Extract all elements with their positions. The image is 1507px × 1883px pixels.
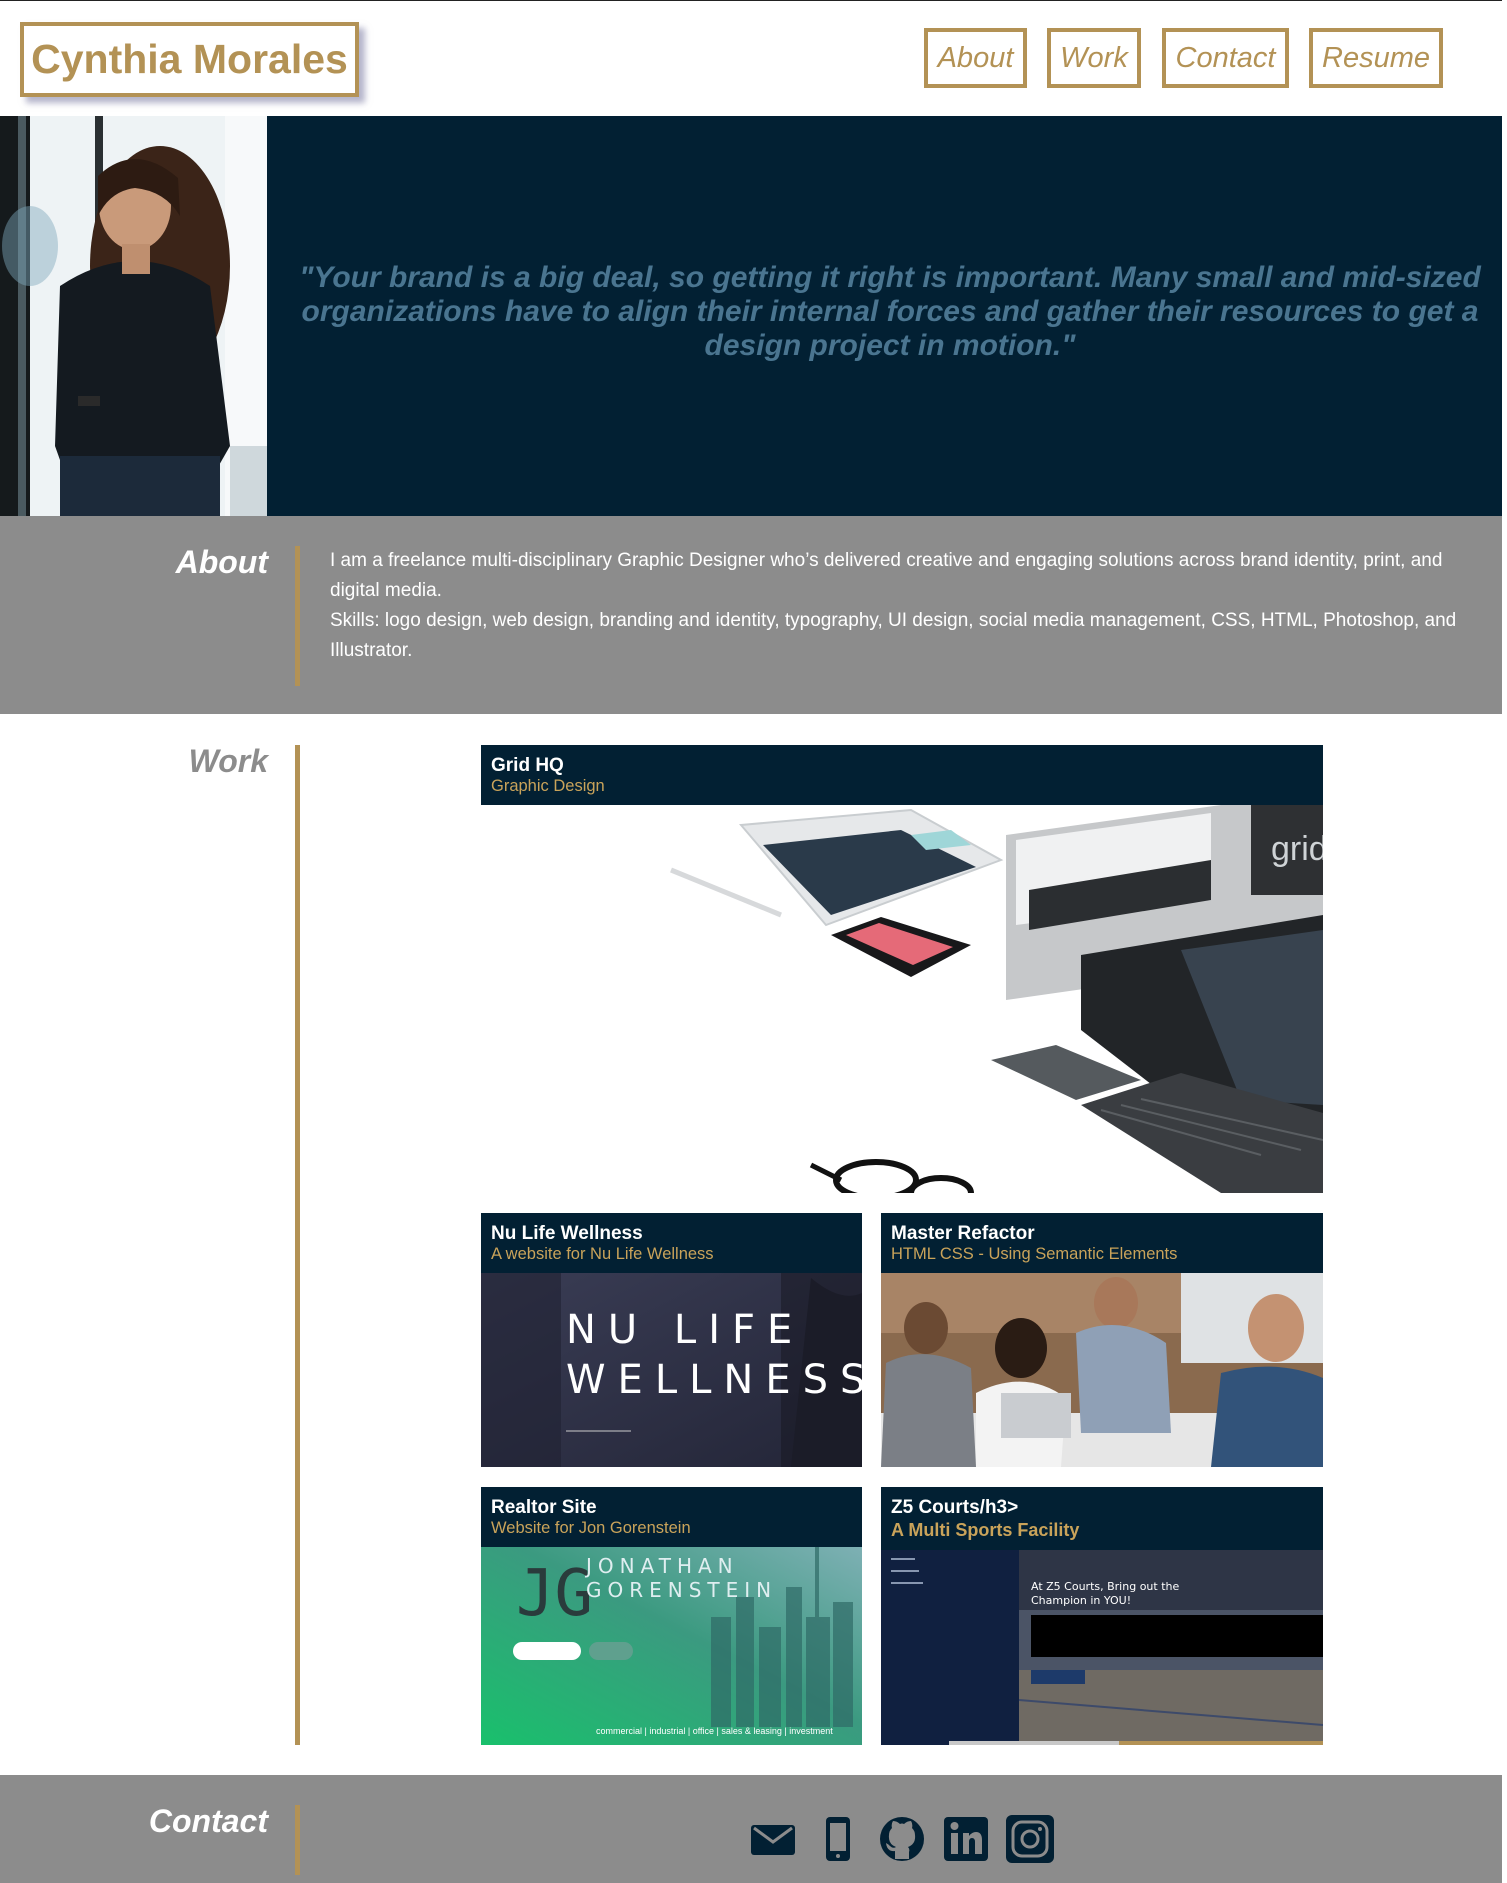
site-name-logo[interactable]: Cynthia Morales bbox=[20, 22, 359, 97]
contact-section: Contact bbox=[0, 1775, 1502, 1883]
page-edge bbox=[1502, 0, 1507, 1883]
z5-headline-1: At Z5 Courts, Bring out the bbox=[1031, 1580, 1179, 1593]
profile-photo bbox=[0, 116, 267, 516]
card-subtitle: A website for Nu Life Wellness bbox=[491, 1245, 714, 1263]
z5-headline-2: Champion in YOU! bbox=[1031, 1594, 1131, 1607]
skills-paragraph: Skills: logo design, web design, brandin… bbox=[330, 610, 1457, 661]
nav-about-button[interactable]: About bbox=[924, 28, 1027, 88]
contact-heading: Contact bbox=[148, 1803, 268, 1839]
card-header: Z5 Courts/h3> A Multi Sports Facility bbox=[881, 1487, 1323, 1550]
project-card-realtor-site[interactable]: Realtor Site Website for Jon Gorenstein bbox=[481, 1487, 862, 1745]
grid-mug-text: grid bbox=[1271, 830, 1323, 868]
nav-resume-button[interactable]: Resume bbox=[1309, 28, 1443, 88]
about-text: I am a freelance multi-disciplinary Grap… bbox=[330, 546, 1470, 666]
nav-contact-button[interactable]: Contact bbox=[1162, 28, 1289, 88]
realtor-logo-mark: JG bbox=[516, 1557, 593, 1631]
hero-banner: "Your brand is a big deal, so getting it… bbox=[0, 116, 1502, 516]
project-card-nu-life-wellness[interactable]: Nu Life Wellness A website for Nu Life W… bbox=[481, 1213, 862, 1467]
wellness-text: WELLNESS bbox=[566, 1357, 862, 1403]
card-title: Master Refactor bbox=[891, 1223, 1035, 1244]
mail-icon[interactable] bbox=[747, 1813, 799, 1865]
card-subtitle: HTML CSS - Using Semantic Elements bbox=[891, 1245, 1178, 1263]
gorenstein-text: GORENSTEIN bbox=[586, 1578, 777, 1602]
card-header: Grid HQ Graphic Design bbox=[481, 745, 1323, 805]
card-header: Nu Life Wellness A website for Nu Life W… bbox=[481, 1213, 862, 1273]
project-card-grid-hq[interactable]: Grid HQ Graphic Design grid bbox=[481, 745, 1323, 1193]
about-section: About I am a freelance multi-disciplinar… bbox=[0, 516, 1502, 714]
github-icon[interactable] bbox=[876, 1813, 928, 1865]
hero-quote: "Your brand is a big deal, so getting it… bbox=[299, 261, 1481, 362]
master-refactor-image bbox=[881, 1273, 1323, 1467]
about-heading: About bbox=[175, 544, 268, 580]
nu-life-text: NU LIFE bbox=[566, 1307, 804, 1353]
project-card-z5-courts[interactable]: Z5 Courts/h3> A Multi Sports Facility At… bbox=[881, 1487, 1323, 1745]
project-card-master-refactor[interactable]: Master Refactor HTML CSS - Using Semanti… bbox=[881, 1213, 1323, 1467]
work-divider bbox=[295, 745, 300, 1745]
contact-divider bbox=[295, 1805, 300, 1875]
realtor-image: JG JONATHAN GORENSTEIN commercial | indu… bbox=[481, 1547, 862, 1745]
card-title: Realtor Site bbox=[491, 1497, 597, 1518]
card-title: Z5 Courts/h3> bbox=[891, 1497, 1019, 1518]
jonathan-text: JONATHAN bbox=[584, 1554, 739, 1578]
grid-hq-image: grid bbox=[481, 805, 1323, 1193]
card-title: Nu Life Wellness bbox=[491, 1223, 643, 1244]
card-header: Realtor Site Website for Jon Gorenstein bbox=[481, 1487, 862, 1547]
phone-icon[interactable] bbox=[812, 1813, 864, 1865]
linkedin-icon[interactable] bbox=[940, 1813, 992, 1865]
instagram-icon[interactable] bbox=[1004, 1813, 1056, 1865]
nav-work-button[interactable]: Work bbox=[1047, 28, 1141, 88]
card-title: Grid HQ bbox=[491, 755, 564, 776]
site-header: Cynthia Morales About Work Contact Resum… bbox=[0, 1, 1502, 116]
work-heading: Work bbox=[188, 743, 268, 779]
card-subtitle: A Multi Sports Facility bbox=[891, 1520, 1080, 1540]
nu-life-image: NU LIFE WELLNESS bbox=[481, 1273, 862, 1467]
card-header: Master Refactor HTML CSS - Using Semanti… bbox=[881, 1213, 1323, 1273]
card-subtitle: Website for Jon Gorenstein bbox=[491, 1519, 691, 1537]
about-paragraph: I am a freelance multi-disciplinary Grap… bbox=[330, 550, 1443, 601]
realtor-footer-text: commercial | industrial | office | sales… bbox=[596, 1726, 833, 1736]
about-divider bbox=[295, 546, 300, 686]
z5-courts-image: At Z5 Courts, Bring out the Champion in … bbox=[881, 1550, 1323, 1745]
card-subtitle: Graphic Design bbox=[491, 777, 605, 795]
